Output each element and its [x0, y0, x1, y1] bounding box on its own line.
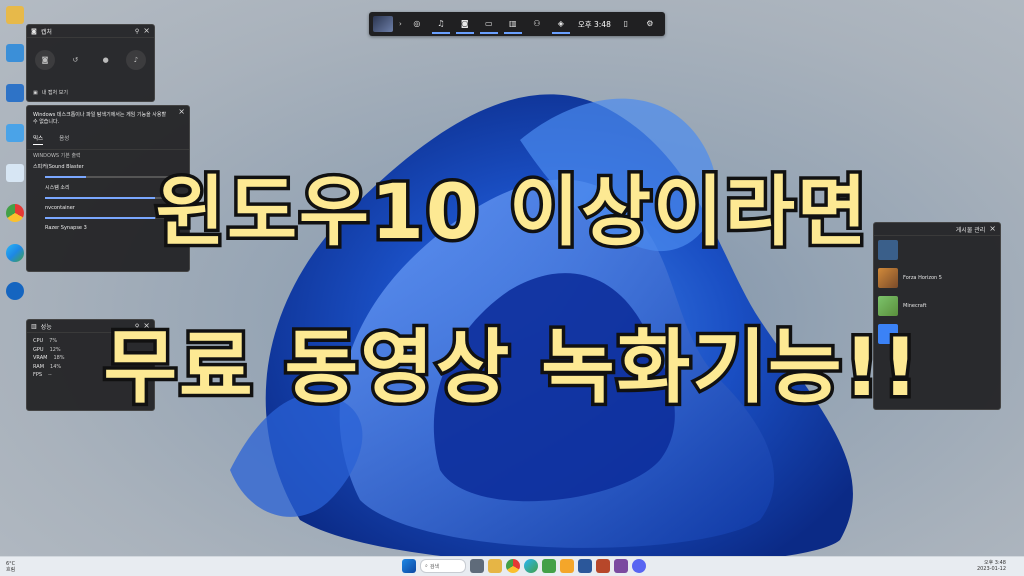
tab-voice[interactable]: 음성 — [59, 134, 69, 145]
store-taskbar-icon[interactable] — [578, 559, 592, 573]
audio-notice: Windows 데스크톱이나 파일 탐색기에서는 게임 기능을 사용할 수 없습… — [33, 112, 167, 125]
current-app-thumbnail[interactable] — [373, 16, 393, 32]
camera-icon: ◙ — [31, 27, 37, 35]
party-icon[interactable]: ⚇ — [528, 14, 546, 34]
view-captures-link[interactable]: ▣ 내 캡처 보기 — [33, 89, 68, 97]
control-panel-icon[interactable] — [4, 124, 26, 150]
screenshot-button[interactable]: ◙ — [35, 50, 55, 70]
settings-gear-icon[interactable]: ⚙ — [641, 14, 659, 34]
capture-title: 캡처 — [40, 28, 52, 36]
mouse-icon[interactable]: ▯ — [617, 14, 635, 34]
discord-taskbar-icon[interactable] — [632, 559, 646, 573]
record-button[interactable]: ● — [96, 50, 116, 70]
taskbar-search[interactable]: ⌕ 검색 — [420, 559, 466, 573]
chevron-right-icon[interactable]: › — [399, 20, 402, 28]
tab-mix[interactable]: 믹스 — [33, 134, 44, 145]
search-icon: ⌕ — [425, 563, 428, 569]
onenote-taskbar-icon[interactable] — [614, 559, 628, 573]
close-icon[interactable]: × — [178, 108, 185, 116]
start-icon[interactable] — [402, 559, 416, 573]
headline-line-1: 윈도우10 이상이라면 — [152, 164, 871, 260]
mic-toggle-button[interactable]: ♪ — [125, 50, 146, 70]
office-taskbar-icon[interactable] — [596, 559, 610, 573]
gallery-icon: ▣ — [33, 89, 38, 96]
task-view-icon[interactable] — [470, 559, 484, 573]
monitor-icon[interactable] — [4, 44, 26, 70]
taskbar-clock[interactable]: 오후 3:48 2023-01-12 — [977, 560, 1006, 572]
capture-panel: ◙ 캡처 ⚲ × ◙ ↺ ● ♪ ▣ 내 캡처 보기 — [26, 24, 155, 102]
pin-icon[interactable]: ⚲ — [135, 28, 139, 35]
capture-widget-icon[interactable]: ◙ — [455, 14, 474, 34]
game-item-forza[interactable]: Forza Horizon 5 — [874, 264, 1000, 292]
monitor-widget-icon[interactable]: ▭ — [479, 14, 498, 34]
xbox-social-icon[interactable]: ◈ — [551, 14, 570, 34]
audio-widget-icon[interactable]: ♫ — [431, 14, 450, 34]
close-icon[interactable]: × — [143, 27, 150, 35]
file-explorer-icon[interactable] — [488, 559, 502, 573]
audio-tabs: 믹스 음성 — [27, 130, 189, 150]
xbox-game-bar: › ◎ ♫ ◙ ▭ ▥ ⚇ ◈ 오후 3:48 ▯ ⚙ — [369, 12, 665, 36]
chrome-taskbar-icon[interactable] — [506, 559, 520, 573]
performance-widget-icon[interactable]: ▥ — [503, 14, 522, 34]
network-icon[interactable] — [4, 84, 26, 110]
taskbar: 6°C 흐림 ⌕ 검색 오후 3:48 2023-01-12 — [0, 556, 1024, 576]
headline-line-2: 무료 동영상 녹화기능!! — [100, 318, 922, 418]
weather-widget[interactable]: 6°C 흐림 — [6, 561, 15, 573]
folder-icon[interactable] — [4, 6, 26, 32]
record-last-button[interactable]: ↺ — [65, 50, 85, 70]
gamebar-clock: 오후 3:48 — [577, 19, 611, 29]
widget-menu-icon[interactable]: ◎ — [408, 14, 426, 34]
paint-taskbar-icon[interactable] — [560, 559, 574, 573]
edge-taskbar-icon[interactable] — [524, 559, 538, 573]
xbox-taskbar-icon[interactable] — [542, 559, 556, 573]
taskbar-apps: ⌕ 검색 — [402, 559, 646, 573]
